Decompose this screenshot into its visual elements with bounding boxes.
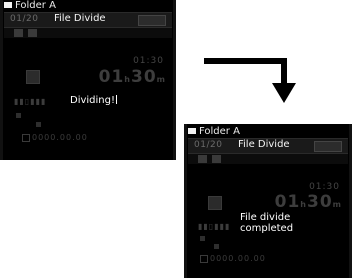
recording-time: 01h30m <box>275 192 342 212</box>
folder-icon <box>188 128 196 134</box>
status-line-2: completed <box>240 223 294 234</box>
folder-icon <box>4 2 12 8</box>
elapsed-time: 01:30 <box>309 182 340 192</box>
recording-time-h-unit: h <box>300 200 307 209</box>
recording-time-minutes: 30 <box>130 67 157 87</box>
screen-frame-right <box>173 0 176 160</box>
recording-time-minutes: 30 <box>306 192 333 212</box>
status-line-1: File divide <box>240 212 291 223</box>
title-badge-icon <box>138 15 166 26</box>
play-state-icon <box>26 70 40 84</box>
marker-icon <box>214 244 219 249</box>
file-date: 0000.00.00 <box>210 254 266 263</box>
play-state-icon <box>208 196 222 210</box>
function-title: File Divide <box>54 13 106 24</box>
elapsed-time: 01:30 <box>133 56 164 66</box>
recording-time: 01h30m <box>99 67 166 87</box>
folder-label: Folder A <box>199 126 240 137</box>
marker-icon <box>200 236 205 241</box>
file-counter: 01/20 <box>194 140 223 150</box>
status-message: File divide completed <box>240 212 293 234</box>
indicator-block-icon <box>14 29 23 37</box>
file-date: 0000.00.00 <box>32 133 88 142</box>
indicator-row <box>4 28 172 38</box>
recording-time-h-unit: h <box>124 75 131 84</box>
recording-time-m-unit: m <box>156 75 166 84</box>
marker-icon <box>16 113 21 118</box>
recording-time-hours: 01 <box>98 67 125 87</box>
indicator-row <box>188 154 348 164</box>
folder-bar: Folder A <box>4 0 172 12</box>
indicator-block-icon <box>198 155 207 163</box>
screen-frame-left <box>0 0 3 160</box>
level-meter-icon: ▮▮▯▮▮▮ <box>198 222 231 231</box>
screen-frame-right <box>349 124 352 278</box>
status-suffix: ! <box>111 95 116 106</box>
marker-icon <box>36 122 41 127</box>
folder-label: Folder A <box>15 0 56 11</box>
recording-time-hours: 01 <box>274 192 301 212</box>
screen-frame-left <box>184 124 187 278</box>
title-badge-icon <box>314 141 342 152</box>
screen-before: Folder A 01/20 File Divide 01:30 01h30m … <box>0 0 176 160</box>
arrow-down-right-icon <box>204 58 296 103</box>
screen-after: Folder A 01/20 File Divide 01:30 01h30m … <box>184 124 352 278</box>
indicator-block-icon <box>28 29 37 37</box>
title-bar: 01/20 File Divide <box>4 12 172 28</box>
status-message: Dividing! <box>70 95 118 106</box>
status-text: Dividing <box>70 95 111 106</box>
title-bar: 01/20 File Divide <box>188 138 348 154</box>
level-meter-icon: ▮▮▯▮▮▮ <box>14 97 47 106</box>
folder-bar: Folder A <box>188 126 348 138</box>
file-counter: 01/20 <box>10 14 39 24</box>
recording-time-m-unit: m <box>332 200 342 209</box>
indicator-block-icon <box>212 155 221 163</box>
calendar-icon <box>22 134 30 142</box>
calendar-icon <box>200 255 208 263</box>
function-title: File Divide <box>238 139 290 150</box>
cursor-icon <box>116 95 118 104</box>
